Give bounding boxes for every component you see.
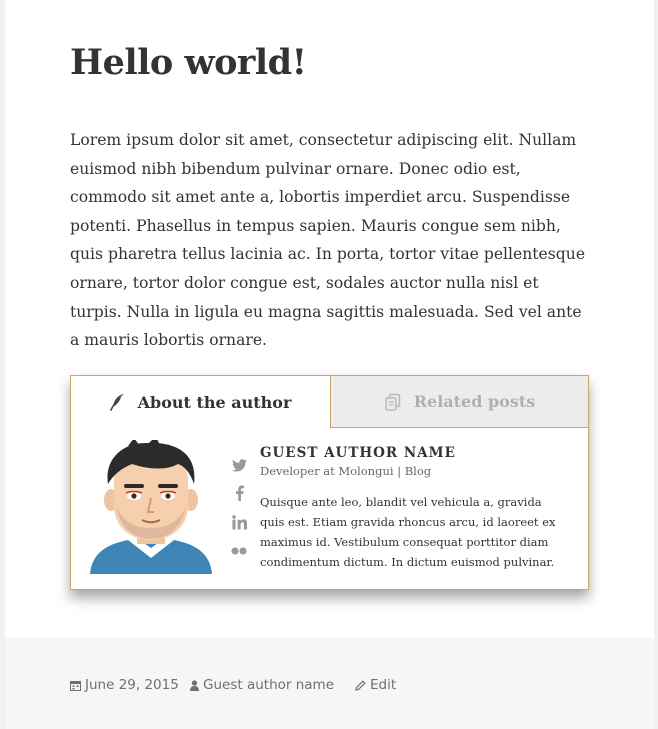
twitter-icon[interactable]: [231, 457, 247, 473]
role-separator: |: [393, 464, 405, 478]
copy-icon: [384, 393, 402, 411]
post-date: June 29, 2015: [85, 677, 179, 693]
author-role-line: Developer at Molongui | Blog: [260, 464, 431, 478]
author-bio: Quisque ante leo, blandit vel vehicula a…: [260, 495, 556, 569]
edit-label: Edit: [370, 677, 397, 693]
calendar-icon: [70, 680, 81, 691]
facebook-icon[interactable]: [231, 485, 247, 501]
tab-about-label: About the author: [137, 392, 292, 412]
author-box: About the author Related posts GUEST AUT…: [70, 375, 589, 590]
author-box-tabs: About the author Related posts: [71, 376, 588, 428]
post-date-link[interactable]: June 29, 2015: [70, 675, 179, 695]
author-role: Developer at Molongui: [260, 464, 394, 478]
post-title: Hello world!: [70, 42, 307, 83]
author-avatar: [88, 436, 214, 574]
author-name: GUEST AUTHOR NAME: [260, 445, 456, 461]
linkedin-icon[interactable]: [231, 514, 247, 530]
post-author-link[interactable]: Guest author name: [190, 675, 334, 695]
edit-link[interactable]: Edit: [355, 675, 396, 695]
author-blog-link[interactable]: Blog: [405, 464, 431, 478]
tab-related-label: Related posts: [413, 392, 536, 411]
tab-related-posts[interactable]: Related posts: [330, 376, 588, 428]
post-body: Lorem ipsum dolor sit amet, consectetur …: [70, 131, 586, 350]
pencil-icon: [355, 679, 366, 691]
post-card: Hello world! Lorem ipsum dolor sit amet,…: [5, 0, 654, 729]
post-footer: June 29, 2015 Guest author name Edit: [5, 638, 654, 729]
post-author: Guest author name: [203, 677, 335, 693]
tab-about-the-author[interactable]: About the author: [71, 376, 330, 428]
quill-icon: [109, 393, 126, 411]
flickr-icon[interactable]: [231, 543, 247, 559]
person-icon: [190, 679, 199, 691]
